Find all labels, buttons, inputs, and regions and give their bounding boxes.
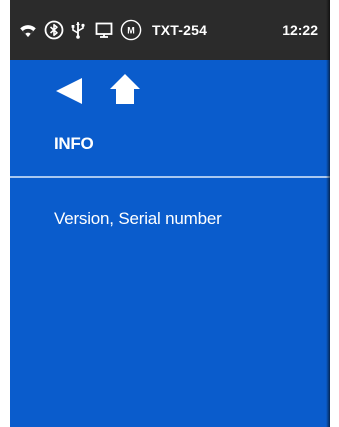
device-screen: M TXT-254 12:22 INFO Version, Serial num… [10,0,330,427]
m-circle-icon: M [120,19,142,41]
display-icon [94,20,114,40]
back-arrow-icon [56,78,82,104]
divider [10,176,330,178]
clock: 12:22 [282,22,318,38]
device-id: TXT-254 [152,22,208,38]
back-button[interactable] [54,76,86,106]
status-bar: M TXT-254 12:22 [10,0,330,60]
m-icon-label: M [127,26,135,36]
home-button[interactable] [108,72,142,106]
page-title: INFO [54,134,94,153]
wifi-icon [18,20,38,40]
bluetooth-icon [44,20,64,40]
home-icon [110,74,140,104]
usb-icon [68,20,88,40]
menu-item-version-serial[interactable]: Version, Serial number [54,209,222,229]
